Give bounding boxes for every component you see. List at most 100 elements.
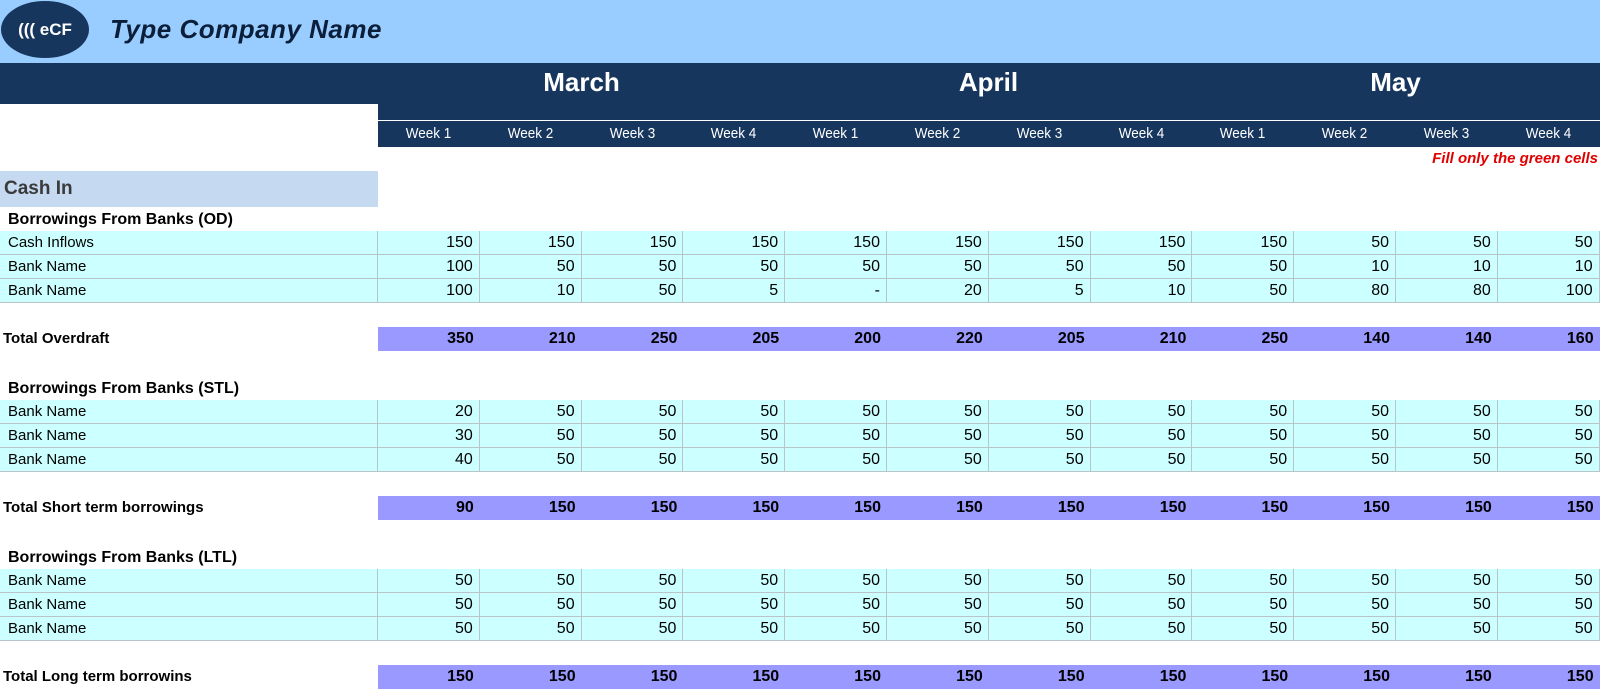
value-cell[interactable]: 50: [1497, 593, 1600, 617]
value-cell[interactable]: 80: [1396, 279, 1498, 303]
row-label[interactable]: Bank Name: [0, 617, 378, 641]
value-cell[interactable]: 50: [479, 400, 582, 424]
value-cell[interactable]: 10: [1396, 255, 1498, 279]
value-cell[interactable]: 150: [1192, 231, 1295, 255]
value-cell[interactable]: 50: [1192, 617, 1295, 641]
value-cell[interactable]: 20: [378, 400, 480, 424]
value-cell[interactable]: 50: [887, 448, 989, 472]
value-cell[interactable]: 50: [581, 593, 684, 617]
value-cell[interactable]: 50: [1192, 400, 1295, 424]
value-cell[interactable]: 50: [988, 424, 1091, 448]
value-cell[interactable]: 20: [887, 279, 989, 303]
row-label[interactable]: Bank Name: [0, 400, 378, 424]
value-cell[interactable]: 100: [378, 255, 480, 279]
value-cell[interactable]: 50: [479, 593, 582, 617]
value-cell[interactable]: 50: [785, 448, 887, 472]
row-label[interactable]: Bank Name: [0, 424, 378, 448]
value-cell[interactable]: 50: [1294, 424, 1396, 448]
row-label[interactable]: Bank Name: [0, 593, 378, 617]
value-cell[interactable]: 50: [1396, 400, 1498, 424]
value-cell[interactable]: 50: [1497, 448, 1600, 472]
value-cell[interactable]: 10: [1497, 255, 1600, 279]
value-cell[interactable]: 50: [683, 448, 786, 472]
row-label[interactable]: Bank Name: [0, 569, 378, 593]
value-cell[interactable]: 50: [1090, 424, 1193, 448]
row-label[interactable]: Bank Name: [0, 279, 378, 303]
value-cell[interactable]: 50: [1497, 569, 1600, 593]
value-cell[interactable]: 50: [887, 255, 989, 279]
value-cell[interactable]: 50: [1294, 400, 1396, 424]
value-cell[interactable]: 30: [378, 424, 480, 448]
value-cell[interactable]: 50: [785, 255, 887, 279]
value-cell[interactable]: 10: [479, 279, 582, 303]
value-cell[interactable]: 50: [581, 279, 684, 303]
value-cell[interactable]: 50: [1396, 448, 1498, 472]
value-cell[interactable]: 50: [1497, 231, 1600, 255]
value-cell[interactable]: 5: [683, 279, 786, 303]
value-cell[interactable]: 50: [1090, 569, 1193, 593]
value-cell[interactable]: 50: [1294, 593, 1396, 617]
value-cell[interactable]: 50: [1192, 593, 1295, 617]
value-cell[interactable]: 50: [988, 255, 1091, 279]
value-cell[interactable]: 10: [1294, 255, 1396, 279]
value-cell[interactable]: 50: [1497, 424, 1600, 448]
value-cell[interactable]: 50: [1396, 424, 1498, 448]
value-cell[interactable]: 50: [1090, 448, 1193, 472]
value-cell[interactable]: 50: [1396, 569, 1498, 593]
value-cell[interactable]: 50: [581, 400, 684, 424]
value-cell[interactable]: 5: [988, 279, 1091, 303]
value-cell[interactable]: 50: [479, 569, 582, 593]
value-cell[interactable]: 10: [1090, 279, 1193, 303]
value-cell[interactable]: 50: [1192, 569, 1295, 593]
value-cell[interactable]: 50: [785, 400, 887, 424]
value-cell[interactable]: 50: [1396, 617, 1498, 641]
value-cell[interactable]: 50: [683, 593, 786, 617]
value-cell[interactable]: 50: [887, 400, 989, 424]
value-cell[interactable]: 150: [1090, 231, 1193, 255]
value-cell[interactable]: 50: [581, 617, 684, 641]
value-cell[interactable]: 50: [1396, 231, 1498, 255]
value-cell[interactable]: 50: [1090, 617, 1193, 641]
value-cell[interactable]: 50: [683, 424, 786, 448]
value-cell[interactable]: -: [785, 279, 887, 303]
value-cell[interactable]: 50: [1497, 617, 1600, 641]
value-cell[interactable]: 50: [785, 424, 887, 448]
value-cell[interactable]: 150: [683, 231, 786, 255]
value-cell[interactable]: 150: [581, 231, 684, 255]
value-cell[interactable]: 100: [1497, 279, 1600, 303]
value-cell[interactable]: 50: [683, 569, 786, 593]
value-cell[interactable]: 50: [988, 448, 1091, 472]
value-cell[interactable]: 50: [988, 569, 1091, 593]
value-cell[interactable]: 150: [378, 231, 480, 255]
value-cell[interactable]: 50: [683, 400, 786, 424]
value-cell[interactable]: 50: [479, 448, 582, 472]
value-cell[interactable]: 50: [785, 617, 887, 641]
value-cell[interactable]: 150: [479, 231, 582, 255]
value-cell[interactable]: 50: [785, 569, 887, 593]
value-cell[interactable]: 50: [887, 593, 989, 617]
value-cell[interactable]: 50: [581, 255, 684, 279]
value-cell[interactable]: 50: [988, 400, 1091, 424]
row-label[interactable]: Bank Name: [0, 448, 378, 472]
value-cell[interactable]: 50: [581, 569, 684, 593]
value-cell[interactable]: 150: [785, 231, 887, 255]
company-name[interactable]: Type Company Name: [110, 14, 382, 45]
value-cell[interactable]: 50: [1294, 448, 1396, 472]
value-cell[interactable]: 50: [1294, 231, 1396, 255]
value-cell[interactable]: 50: [1192, 255, 1295, 279]
value-cell[interactable]: 150: [887, 231, 989, 255]
value-cell[interactable]: 50: [479, 617, 582, 641]
value-cell[interactable]: 50: [1497, 400, 1600, 424]
value-cell[interactable]: 50: [1090, 400, 1193, 424]
value-cell[interactable]: 50: [1192, 448, 1295, 472]
value-cell[interactable]: 50: [1294, 569, 1396, 593]
value-cell[interactable]: 50: [378, 593, 480, 617]
value-cell[interactable]: 50: [988, 617, 1091, 641]
value-cell[interactable]: 100: [378, 279, 480, 303]
value-cell[interactable]: 50: [1192, 279, 1295, 303]
value-cell[interactable]: 50: [785, 593, 887, 617]
value-cell[interactable]: 50: [887, 424, 989, 448]
value-cell[interactable]: 80: [1294, 279, 1396, 303]
value-cell[interactable]: 50: [378, 617, 480, 641]
value-cell[interactable]: 50: [1090, 593, 1193, 617]
